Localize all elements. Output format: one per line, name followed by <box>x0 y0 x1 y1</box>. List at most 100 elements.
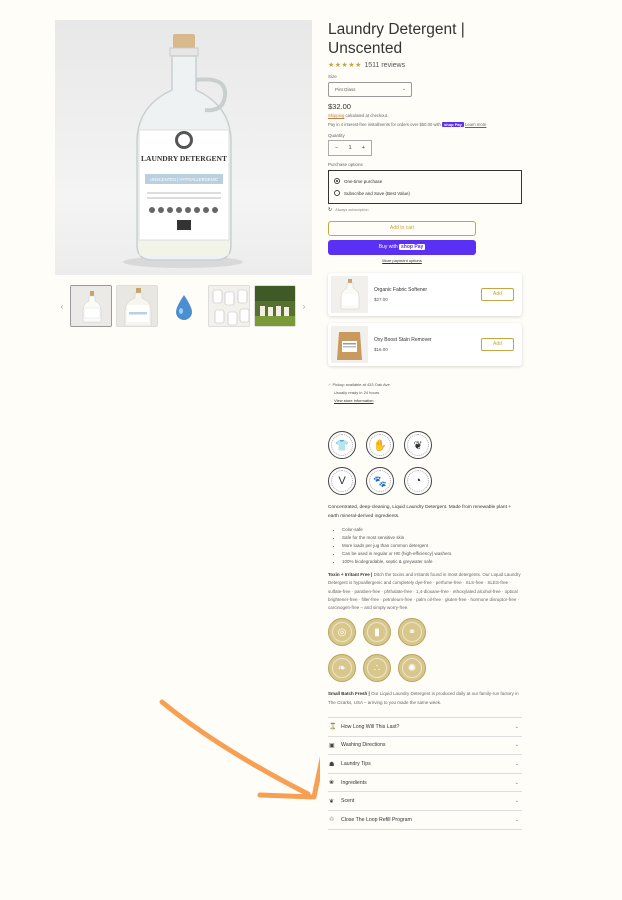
rating-stars-icon: ★★★★★ <box>328 62 362 69</box>
accordion-label: Washing Directions <box>341 742 386 749</box>
thumbnail-5[interactable] <box>254 285 296 327</box>
product-title: Laundry Detergent | Unscented <box>328 21 465 57</box>
accordion-washing-directions[interactable]: ▣ Washing Directions ⌄ <box>328 737 522 756</box>
description-intro: Concentrated, deep-cleaning, Liquid Laun… <box>328 505 512 519</box>
pickup-location: Pickup available at 433 Oak Ave <box>332 382 390 387</box>
list-item: Color-safe <box>342 526 522 534</box>
thumbnail-next-arrow[interactable]: › <box>300 302 308 311</box>
more-payment-options-link[interactable]: More payment options <box>328 258 476 263</box>
radio-icon <box>334 190 340 196</box>
rating[interactable]: ★★★★★ 1511 reviews <box>328 61 522 69</box>
leaf-icon: ❦ <box>329 798 335 805</box>
quantity-label: Quantity <box>328 133 345 138</box>
add-stain-remover-button[interactable]: Add <box>481 338 514 351</box>
store-info-link[interactable]: View store information <box>328 397 522 405</box>
badges-thumbnail <box>209 286 249 326</box>
chevron-down-icon: ⌄ <box>401 86 406 92</box>
bottle-icon: ▮ <box>374 626 380 638</box>
recommendation-name[interactable]: Oxy Boost Stain Remover <box>374 336 432 345</box>
gold-badge-6: ✺ <box>398 654 426 683</box>
recommendation-card: Oxy Boost Stain Remover $16.00 Add <box>328 323 522 366</box>
hands-icon: ✋ <box>373 439 387 452</box>
list-item: More loads per jug than common detergent <box>342 542 522 550</box>
thumbnail-2[interactable] <box>116 285 158 327</box>
bone-icon: ⚭ <box>407 626 417 638</box>
buy-with-text: Buy with <box>378 244 400 250</box>
recommendation-card: Organic Fabric Softener $27.00 Add <box>328 273 522 316</box>
recommendation-price: $16.00 <box>374 346 388 352</box>
accordion-scent[interactable]: ❦ Scent ⌄ <box>328 792 522 812</box>
tshirt-icon: 👕 <box>335 439 349 452</box>
thumbnail-3[interactable] <box>162 285 204 327</box>
recommendation-name[interactable]: Organic Fabric Softener <box>374 286 427 295</box>
toxin-heading: Toxin + Irritant Free | <box>328 572 373 577</box>
purchase-options: One-time purchase Subscribe and Save (Be… <box>328 170 522 204</box>
accordion-laundry-tips[interactable]: ☗ Laundry Tips ⌄ <box>328 755 522 774</box>
shipping-text: calculated at checkout. <box>344 113 389 118</box>
purchase-options-label: Purchase options <box>328 162 363 167</box>
size-label: Size <box>328 74 337 79</box>
badge-5: 🐾 <box>366 467 394 495</box>
gold-badge-1: ◎ <box>328 618 356 647</box>
bottle-label-thumbnail <box>117 286 157 326</box>
quantity-plus-button[interactable]: + <box>362 145 365 151</box>
accordion-label: Scent <box>341 798 355 805</box>
size-select[interactable]: Pint Glass ⌄ <box>328 82 412 97</box>
chevron-down-icon: ⌄ <box>514 816 519 823</box>
chevron-down-icon: ⌄ <box>514 779 519 786</box>
shipping-link[interactable]: Shipping <box>328 113 344 118</box>
recycle-icon: ◔ <box>414 475 422 487</box>
accordion-refill-program[interactable]: ♲ Close The Loop Refill Program ⌄ <box>328 811 522 830</box>
shop-pay-logo: shop Pay <box>399 244 426 250</box>
softener-bottle-image <box>331 276 368 313</box>
quantity-minus-button[interactable]: − <box>335 145 338 151</box>
installments-text: Pay in 4 interest-free installments for … <box>328 122 443 127</box>
accordion-ingredients[interactable]: ❀ Ingredients ⌄ <box>328 774 522 793</box>
annotation-arrow-icon <box>159 699 320 800</box>
refresh-icon: ↻ <box>328 207 333 213</box>
list-item: Can be used in regular or HE (high-effic… <box>342 550 522 558</box>
vegan-icon: V <box>338 475 346 487</box>
review-count: 1511 reviews <box>364 62 406 69</box>
no-residue-icon: ◎ <box>337 626 347 638</box>
thumbnail-1[interactable] <box>70 285 112 327</box>
bottle-thumbnail <box>71 286 111 326</box>
check-icon: ✓ <box>328 382 332 387</box>
small-batch-paragraph: Small Batch Fresh | Our Liquid Laundry D… <box>328 690 522 707</box>
product-main-image[interactable]: LAUNDRY DETERGENT UNSCENTED | HYPOALLERG… <box>55 20 312 275</box>
list-item: Safe for the most sensitive skin <box>342 534 522 542</box>
add-fabric-softener-button[interactable]: Add <box>481 288 514 301</box>
price: $32.00 <box>328 102 351 111</box>
washer-icon: ▣ <box>329 742 335 749</box>
free-from-badges: ◎ ▮ ⚭ ❧ ∴ ✺ <box>328 618 522 683</box>
accordion-label: Laundry Tips <box>341 761 371 768</box>
fabric-softener-image[interactable] <box>331 276 368 313</box>
thumbnail-prev-arrow[interactable]: ‹ <box>58 302 66 311</box>
recommendation-price: $27.00 <box>374 296 388 302</box>
add-to-cart-button[interactable]: Add to cart <box>328 221 476 236</box>
installments-note: Pay in 4 interest-free installments for … <box>328 122 522 127</box>
badge-6: ◔ <box>404 467 432 495</box>
badge-3: ❦ <box>404 431 432 459</box>
badge-1: 👕 <box>328 431 356 459</box>
toxin-free-paragraph: Toxin + Irritant Free | Ditch the toxins… <box>328 571 522 612</box>
radio-checked-icon <box>334 178 340 184</box>
shirt-icon: ☗ <box>329 761 335 768</box>
stain-remover-image[interactable] <box>331 326 368 363</box>
hourglass-icon: ⌛ <box>329 724 337 731</box>
gold-badge-2: ▮ <box>363 618 391 647</box>
option-one-time[interactable]: One-time purchase <box>334 175 516 187</box>
accordion-how-long[interactable]: ⌛ How Long Will This Last? ⌄ <box>328 718 522 737</box>
stain-remover-bag-image <box>331 326 368 363</box>
buy-with-shop-pay-button[interactable]: Buy with shop Pay <box>328 240 476 255</box>
ingredients-icon: ❀ <box>329 780 335 787</box>
thumbnail-4[interactable] <box>208 285 250 327</box>
quantity-value[interactable]: 1 <box>348 145 351 151</box>
option-subscribe-label: Subscribe and Save (Best Value) <box>344 190 410 196</box>
product-accordion: ⌛ How Long Will This Last? ⌄ ▣ Washing D… <box>328 717 522 830</box>
learn-more-link[interactable]: Learn more <box>465 122 486 127</box>
option-subscribe[interactable]: Subscribe and Save (Best Value) <box>334 187 516 199</box>
outdoor-thumbnail <box>255 286 295 326</box>
size-value: Pint Glass <box>335 87 356 92</box>
feature-list: Color-safe Safe for the most sensitive s… <box>328 526 522 566</box>
